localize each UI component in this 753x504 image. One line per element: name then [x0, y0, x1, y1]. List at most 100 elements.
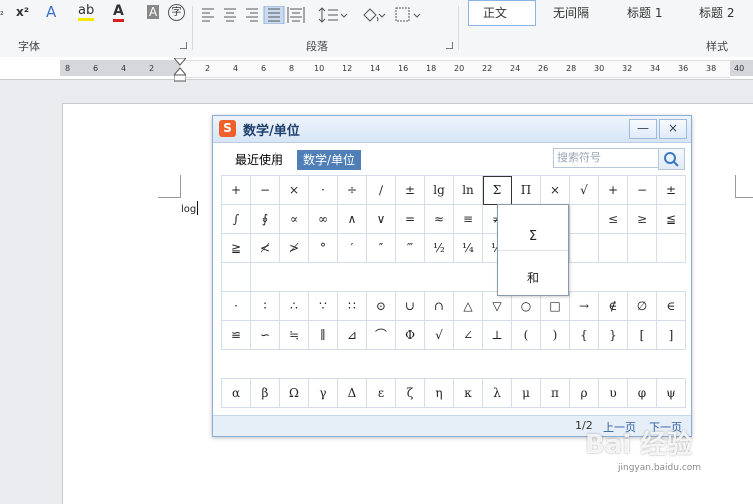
- symbol-cell[interactable]: (: [512, 321, 541, 350]
- symbol-cell[interactable]: [657, 234, 686, 263]
- symbol-cell[interactable]: ζ: [396, 379, 425, 408]
- subscript-button[interactable]: ₂: [0, 8, 4, 18]
- symbol-cell[interactable]: +: [222, 176, 251, 205]
- horizontal-ruler[interactable]: 8 6 4 2 2 4 6 8 10 12 14 16 18 20 22 24 …: [0, 57, 753, 80]
- symbol-cell[interactable]: =: [396, 205, 425, 234]
- symbol-cell[interactable]: ≈: [425, 205, 454, 234]
- symbol-cell[interactable]: ≡: [454, 205, 483, 234]
- symbol-cell[interactable]: ρ: [570, 379, 599, 408]
- symbol-cell[interactable]: ·: [309, 176, 338, 205]
- symbol-cell[interactable]: →: [570, 292, 599, 321]
- symbol-cell[interactable]: ∧: [338, 205, 367, 234]
- symbol-cell[interactable]: Ω: [280, 379, 309, 408]
- symbol-cell[interactable]: ÷: [338, 176, 367, 205]
- symbol-cell[interactable]: γ: [309, 379, 338, 408]
- symbol-cell[interactable]: ○: [512, 292, 541, 321]
- symbol-cell[interactable]: △: [454, 292, 483, 321]
- symbol-cell[interactable]: ⊥: [483, 321, 512, 350]
- highlight-button[interactable]: ab: [78, 3, 95, 21]
- minimize-button[interactable]: —: [629, 119, 657, 139]
- font-dialog-launcher[interactable]: [180, 42, 187, 49]
- symbol-cell[interactable]: {: [570, 321, 599, 350]
- symbol-cell[interactable]: Δ: [338, 379, 367, 408]
- symbol-cell[interactable]: ∕: [367, 176, 396, 205]
- symbol-cell[interactable]: [570, 234, 599, 263]
- symbol-cell[interactable]: φ: [628, 379, 657, 408]
- indent-marker-icon[interactable]: [174, 58, 186, 82]
- symbol-cell[interactable]: ″: [367, 234, 396, 263]
- symbol-cell[interactable]: √: [425, 321, 454, 350]
- document-text[interactable]: log: [181, 204, 196, 215]
- paragraph-dialog-launcher[interactable]: [446, 42, 453, 49]
- enclosed-char-button[interactable]: 字: [168, 4, 185, 21]
- symbol-cell[interactable]: ∞: [309, 205, 338, 234]
- symbol-cell[interactable]: ⊿: [338, 321, 367, 350]
- symbol-cell[interactable]: ×: [280, 176, 309, 205]
- symbol-cell[interactable]: ≮: [251, 234, 280, 263]
- symbol-cell[interactable]: ≯: [280, 234, 309, 263]
- symbol-cell[interactable]: [599, 234, 628, 263]
- symbol-cell[interactable]: β: [251, 379, 280, 408]
- symbol-cell[interactable]: [222, 263, 251, 292]
- symbol-cell[interactable]: ψ: [657, 379, 686, 408]
- superscript-button[interactable]: x²: [16, 5, 29, 19]
- symbol-cell[interactable]: ≤: [599, 205, 628, 234]
- symbol-cell[interactable]: ]: [657, 321, 686, 350]
- font-color-button[interactable]: A: [113, 3, 124, 22]
- symbol-cell[interactable]: ∽: [251, 321, 280, 350]
- style-heading-1[interactable]: 标题 1: [616, 0, 682, 26]
- symbol-cell[interactable]: ≌: [222, 321, 251, 350]
- symbol-cell[interactable]: ∶: [251, 292, 280, 321]
- symbol-cell[interactable]: π: [541, 379, 570, 408]
- dialog-titlebar[interactable]: S 数学/单位 — ×: [213, 116, 691, 143]
- symbol-cell[interactable]: +: [599, 176, 628, 205]
- symbol-cell[interactable]: ≧: [222, 234, 251, 263]
- symbol-cell[interactable]: [: [628, 321, 657, 350]
- symbol-cell[interactable]: κ: [454, 379, 483, 408]
- symbol-cell[interactable]: −: [628, 176, 657, 205]
- symbol-cell[interactable]: ▽: [483, 292, 512, 321]
- symbol-cell[interactable]: ≒: [280, 321, 309, 350]
- symbol-cell[interactable]: ∨: [367, 205, 396, 234]
- symbol-cell[interactable]: ∝: [280, 205, 309, 234]
- symbol-cell[interactable]: ≦: [657, 205, 686, 234]
- symbol-cell[interactable]: −: [251, 176, 280, 205]
- symbol-cell[interactable]: μ: [512, 379, 541, 408]
- symbol-cell[interactable]: ∷: [338, 292, 367, 321]
- symbol-cell[interactable]: λ: [483, 379, 512, 408]
- symbol-cell[interactable]: ∥: [309, 321, 338, 350]
- symbol-cell[interactable]: [570, 205, 599, 234]
- symbol-cell[interactable]: }: [599, 321, 628, 350]
- symbol-cell[interactable]: ): [541, 321, 570, 350]
- symbol-cell[interactable]: ½: [425, 234, 454, 263]
- style-no-spacing[interactable]: 无间隔: [544, 0, 610, 26]
- symbol-cell[interactable]: ∅: [628, 292, 657, 321]
- symbol-cell[interactable]: ∪: [396, 292, 425, 321]
- symbol-cell[interactable]: ·: [222, 292, 251, 321]
- symbol-cell[interactable]: Π: [512, 176, 541, 205]
- symbol-cell[interactable]: □: [541, 292, 570, 321]
- symbol-cell[interactable]: ∴: [280, 292, 309, 321]
- alignment-icons[interactable]: [200, 6, 310, 24]
- symbol-cell[interactable]: ±: [396, 176, 425, 205]
- symbol-cell[interactable]: lg: [425, 176, 454, 205]
- char-shading-button[interactable]: A: [147, 5, 160, 19]
- symbol-cell[interactable]: [628, 234, 657, 263]
- tab-recent[interactable]: 最近使用: [229, 150, 289, 170]
- symbol-cell[interactable]: ∮: [251, 205, 280, 234]
- symbol-cell[interactable]: η: [425, 379, 454, 408]
- symbol-cell[interactable]: √: [570, 176, 599, 205]
- symbol-cell[interactable]: ∵: [309, 292, 338, 321]
- symbol-search-input[interactable]: 搜索符号: [553, 148, 662, 168]
- symbol-cell[interactable]: υ: [599, 379, 628, 408]
- symbol-cell[interactable]: ln: [454, 176, 483, 205]
- symbol-cell[interactable]: Φ: [396, 321, 425, 350]
- symbol-cell[interactable]: Σ: [483, 176, 512, 205]
- symbol-cell[interactable]: ε: [367, 379, 396, 408]
- close-button[interactable]: ×: [659, 119, 687, 139]
- symbol-cell[interactable]: °: [309, 234, 338, 263]
- symbol-cell[interactable]: ≥: [628, 205, 657, 234]
- symbol-cell[interactable]: ∫: [222, 205, 251, 234]
- symbol-cell[interactable]: ∉: [599, 292, 628, 321]
- symbol-cell[interactable]: ∠: [454, 321, 483, 350]
